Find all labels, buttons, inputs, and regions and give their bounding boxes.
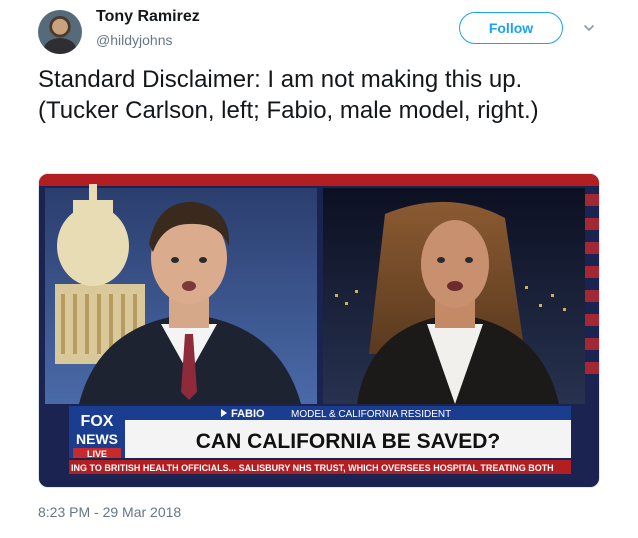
headline: CAN CALIFORNIA BE SAVED? — [196, 430, 501, 453]
fox-logo-bottom: NEWS — [76, 431, 118, 447]
tweet-timestamp[interactable]: 8:23 PM - 29 Mar 2018 — [38, 504, 181, 520]
fox-logo-top: FOX — [81, 413, 114, 430]
lower-third-title: MODEL & CALIFORNIA RESIDENT — [291, 409, 451, 420]
tweet-media[interactable]: FABIO MODEL & CALIFORNIA RESIDENT CAN CA… — [38, 173, 600, 488]
author-name[interactable]: Tony Ramirez — [96, 8, 200, 26]
news-ticker: ING TO BRITISH HEALTH OFFICIALS... SALIS… — [71, 463, 554, 473]
chevron-down-icon[interactable] — [582, 21, 596, 35]
avatar[interactable] — [38, 10, 82, 54]
live-label: LIVE — [87, 449, 107, 459]
news-screenshot: FABIO MODEL & CALIFORNIA RESIDENT CAN CA… — [39, 174, 599, 487]
lower-third-name: FABIO — [231, 408, 265, 420]
author-handle[interactable]: @hildyjohns — [96, 32, 172, 48]
follow-button[interactable]: Follow — [459, 12, 563, 44]
tweet-text: Standard Disclaimer: I am not making thi… — [38, 66, 539, 124]
